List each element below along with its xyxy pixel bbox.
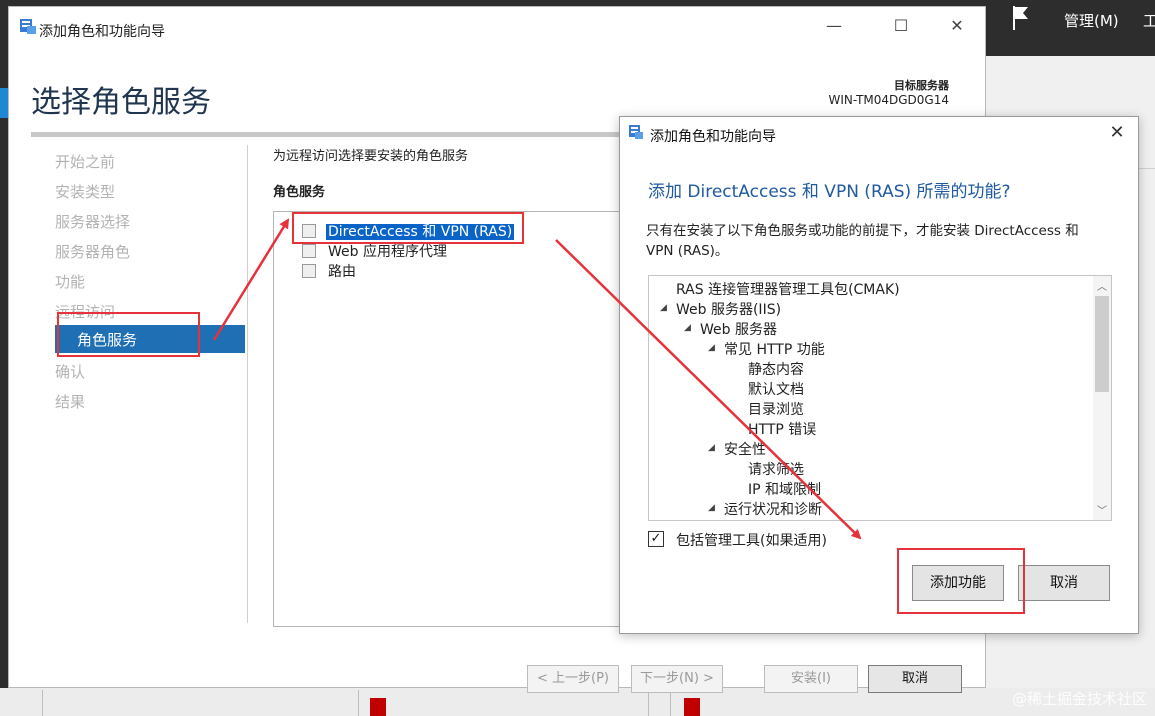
annotation-arrow — [555, 239, 862, 540]
annotation-arrow — [212, 218, 290, 341]
watermark: @稀土掘金技术社区 — [1011, 690, 1147, 708]
annotation-arrows — [212, 218, 862, 540]
